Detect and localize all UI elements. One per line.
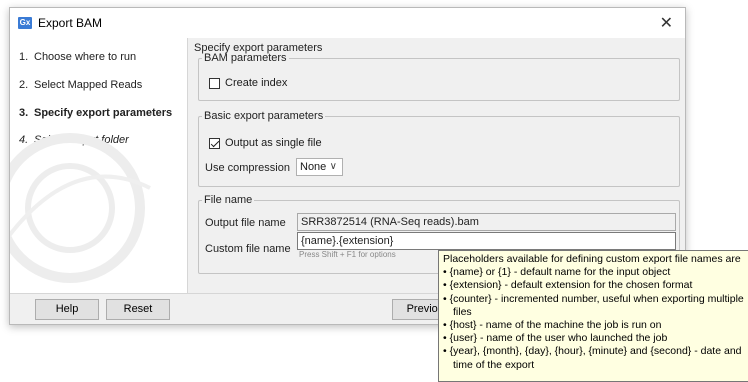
- compression-label: Use compression: [205, 162, 290, 174]
- wizard-steps-panel: 1. Choose where to run 2. Select Mapped Re…: [10, 38, 188, 293]
- tooltip-item: • {year}, {month}, {day}, {hour}, {minut…: [443, 345, 742, 371]
- group-legend: File name: [204, 194, 253, 206]
- close-icon[interactable]: ✕: [660, 13, 673, 33]
- help-button[interactable]: Help: [35, 299, 99, 320]
- checkbox-label: Output as single file: [225, 137, 322, 149]
- compression-select[interactable]: None ∨: [296, 158, 343, 176]
- tooltip-item: • {counter} - incremented number, useful…: [443, 292, 744, 318]
- step-select-mapped-reads: 2. Select Mapped Reads: [19, 79, 142, 91]
- reset-button[interactable]: Reset: [106, 299, 170, 320]
- tooltip-item: • {host} - name of the machine the job i…: [443, 319, 662, 332]
- step-label: Select Mapped Reads: [34, 79, 143, 91]
- select-value: None: [300, 161, 327, 173]
- create-index-checkbox[interactable]: Create index: [209, 77, 287, 89]
- step-specify-export-parameters: 3. Specify export parameters: [19, 107, 172, 119]
- tooltip-item: • {name} or {1} - default name for the i…: [443, 266, 671, 279]
- custom-file-name-input[interactable]: {name}.{extension}: [297, 232, 676, 250]
- checkbox-box[interactable]: [209, 137, 220, 149]
- watermark-logo-icon: [10, 133, 151, 283]
- group-legend: Basic export parameters: [204, 110, 324, 122]
- step-label: Choose where to run: [34, 51, 137, 63]
- chevron-down-icon: ∨: [329, 161, 337, 172]
- custom-file-name-hint: Press Shift + F1 for options: [299, 250, 396, 259]
- group-legend: BAM parameters: [204, 52, 287, 64]
- tooltip-item: • {user} - name of the user who launched…: [443, 332, 668, 345]
- checkbox-box[interactable]: [209, 77, 220, 89]
- title-bar: Gx Export BAM ✕: [10, 8, 685, 38]
- window-title: Export BAM: [38, 16, 103, 30]
- checkbox-label: Create index: [225, 77, 288, 89]
- output-file-name-field: SRR3872514 (RNA-Seq reads).bam: [297, 213, 676, 231]
- output-file-name-label: Output file name: [205, 217, 286, 229]
- step-number: 1.: [19, 51, 29, 63]
- tooltip-title: Placeholders available for defining cust…: [443, 253, 741, 265]
- step-choose-where-to-run: 1. Choose where to run: [19, 51, 136, 63]
- output-single-file-checkbox[interactable]: Output as single file: [209, 137, 322, 149]
- app-icon: Gx: [18, 17, 32, 29]
- placeholders-tooltip: Placeholders available for defining cust…: [438, 250, 748, 382]
- step-label: Specify export parameters: [34, 107, 173, 119]
- tooltip-item: • {extension} - default extension for th…: [443, 279, 693, 292]
- step-number: 2.: [19, 79, 29, 91]
- step-number: 3.: [19, 107, 29, 119]
- custom-file-name-label: Custom file name: [205, 243, 291, 255]
